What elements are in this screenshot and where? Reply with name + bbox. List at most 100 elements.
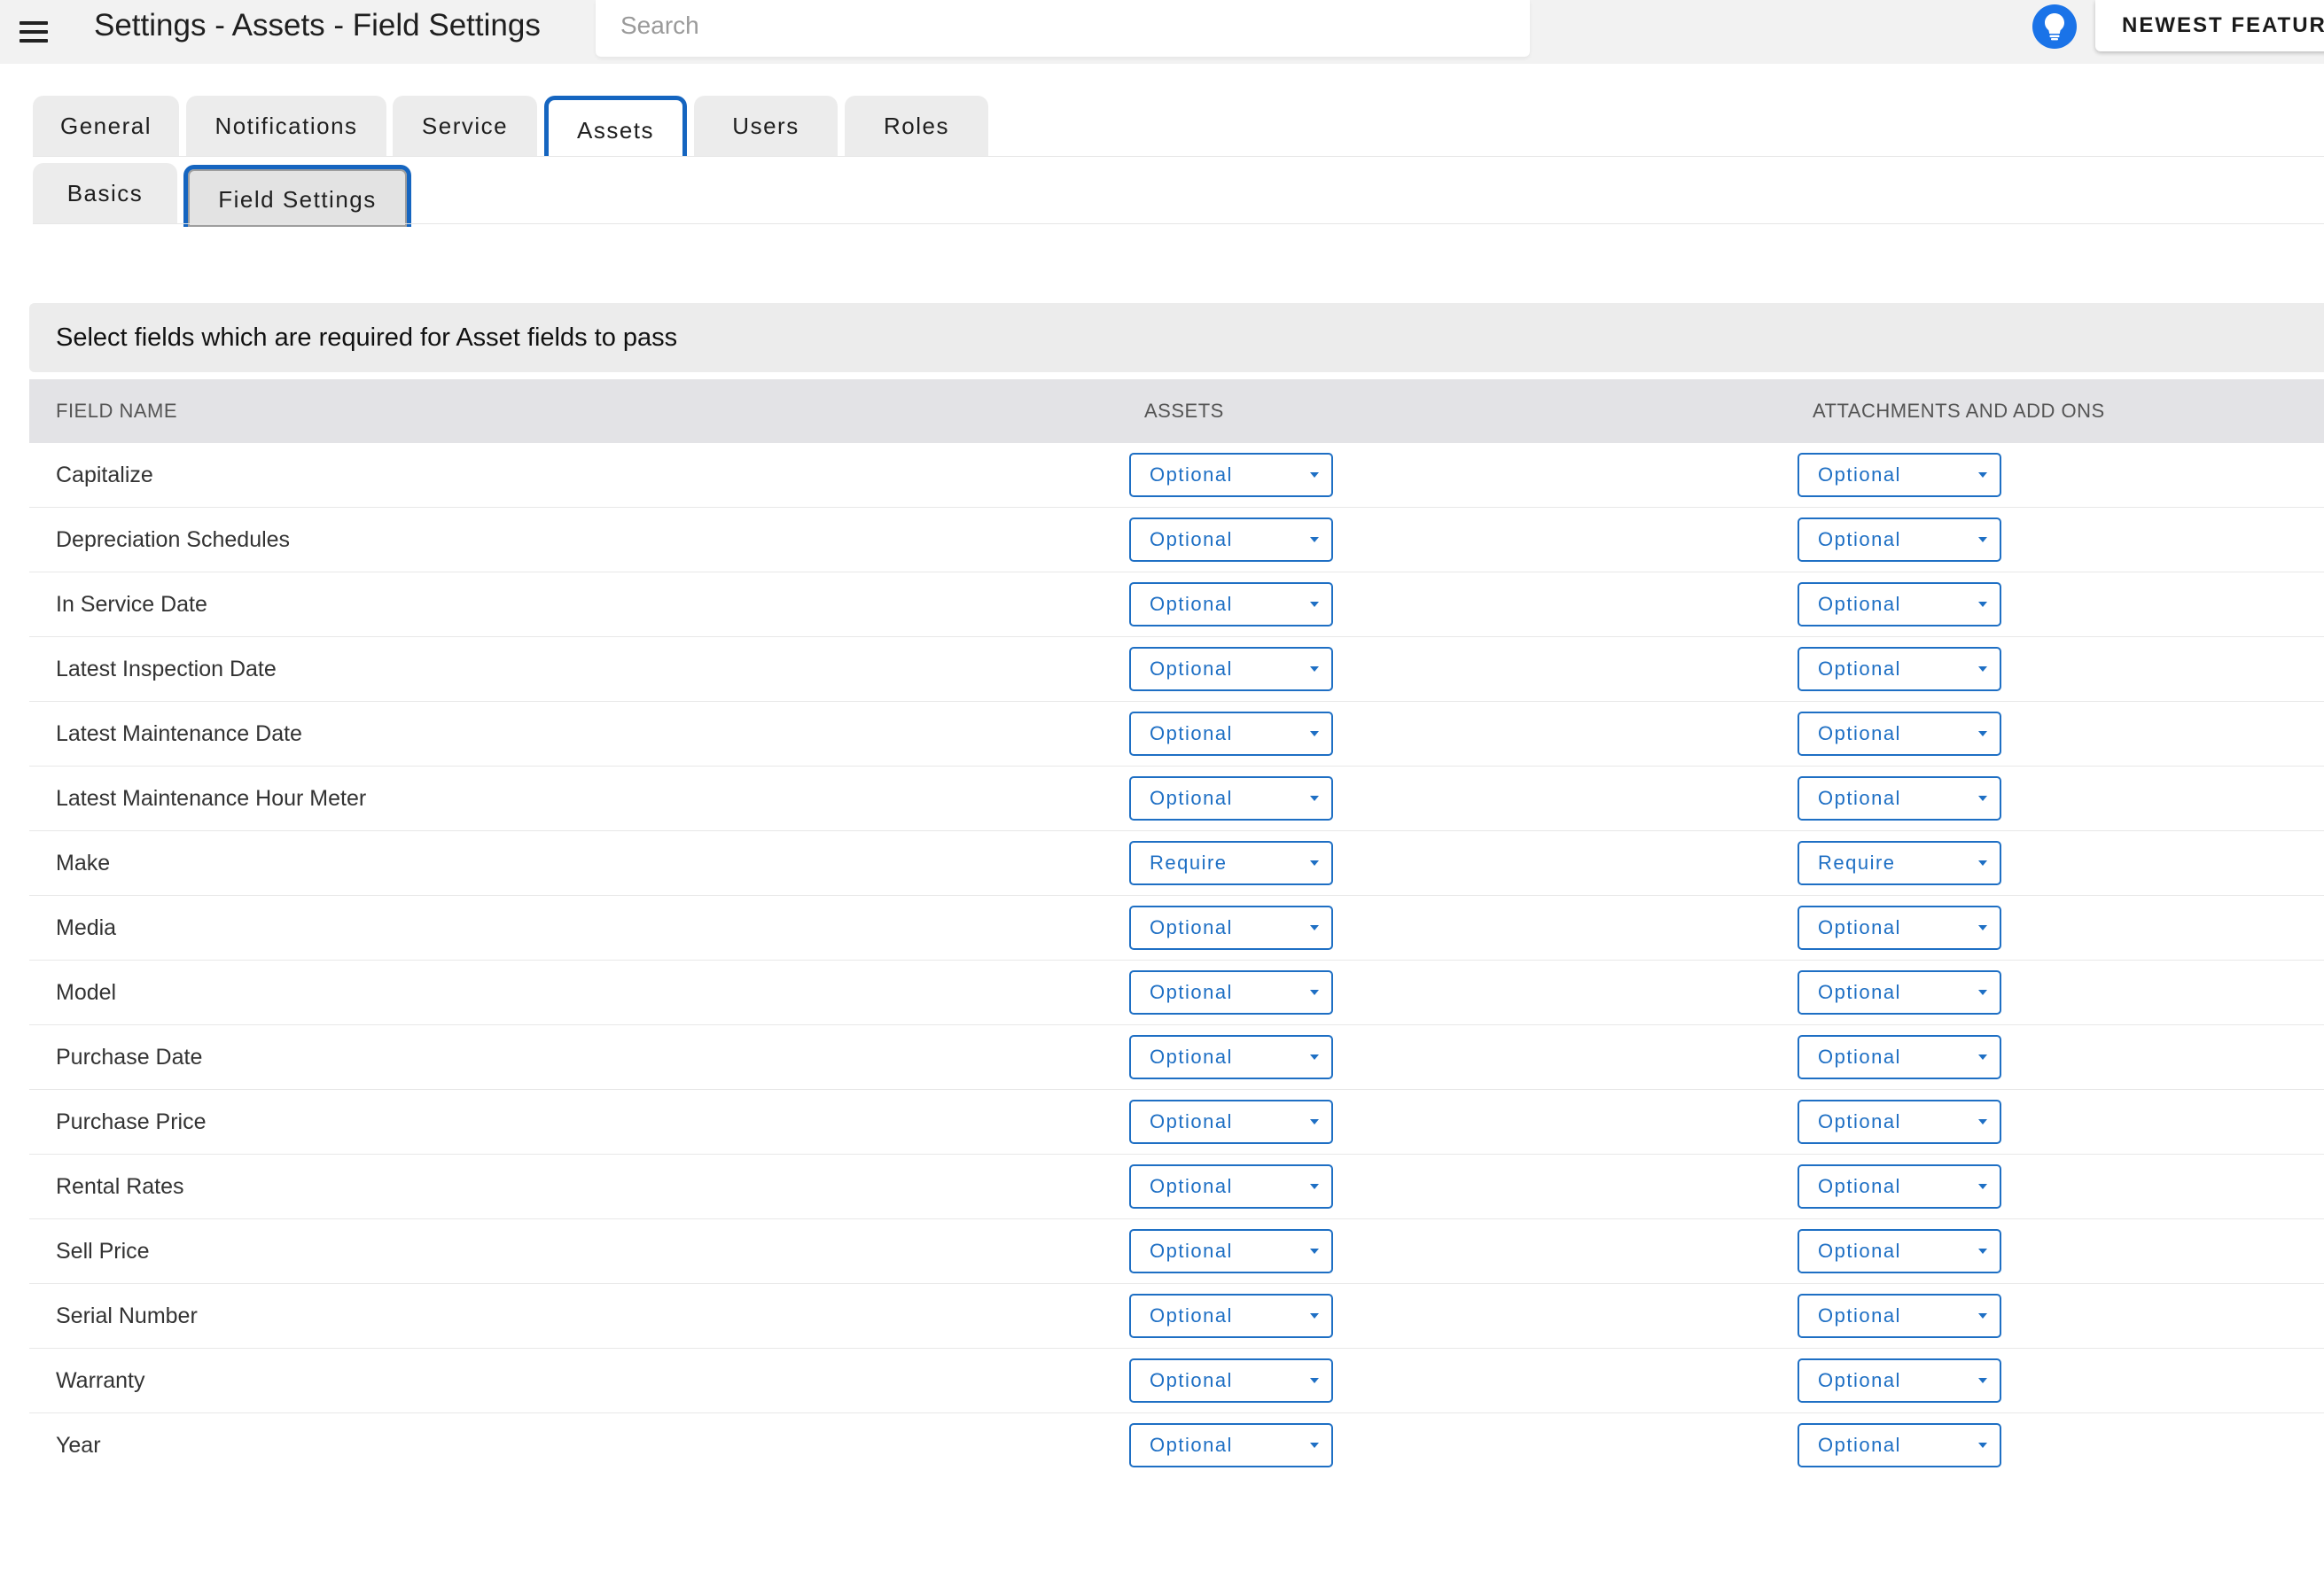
attachments-requirement-select[interactable]: Optional	[1798, 1294, 2001, 1338]
assets-requirement-select[interactable]: Optional	[1129, 1294, 1333, 1338]
select-value: Optional	[1150, 593, 1233, 615]
subtab-basics[interactable]: Basics	[33, 163, 177, 223]
tab-assets[interactable]: Assets	[544, 96, 687, 156]
lightbulb-icon[interactable]	[2032, 4, 2077, 49]
table-row: Warranty Optional Optional	[29, 1349, 2324, 1413]
subtab-field-settings[interactable]: Field Settings	[183, 165, 411, 227]
attachments-requirement-select[interactable]: Optional	[1798, 712, 2001, 756]
attachments-requirement-select[interactable]: Optional	[1798, 1423, 2001, 1467]
tab-general[interactable]: General	[33, 96, 179, 156]
tab-notifications[interactable]: Notifications	[186, 96, 386, 156]
caret-down-icon	[1978, 472, 1987, 478]
select-value: Optional	[1150, 787, 1233, 809]
table-row: Capitalize Optional Optional	[29, 443, 2324, 508]
assets-requirement-select[interactable]: Optional	[1129, 1100, 1333, 1144]
select-value: Optional	[1150, 528, 1233, 550]
attachments-requirement-select[interactable]: Optional	[1798, 1164, 2001, 1209]
assets-requirement-select[interactable]: Optional	[1129, 970, 1333, 1015]
field-name: Sell Price	[56, 1239, 150, 1264]
select-value: Optional	[1818, 593, 1901, 615]
select-value: Optional	[1818, 1434, 1901, 1456]
attachments-requirement-select[interactable]: Optional	[1798, 1358, 2001, 1403]
assets-requirement-select[interactable]: Optional	[1129, 1358, 1333, 1403]
caret-down-icon	[1310, 796, 1319, 801]
select-value: Optional	[1818, 1304, 1901, 1327]
assets-requirement-select[interactable]: Optional	[1129, 1164, 1333, 1209]
caret-down-icon	[1310, 602, 1319, 607]
select-value: Optional	[1818, 1369, 1901, 1391]
caret-down-icon	[1310, 925, 1319, 930]
assets-requirement-select[interactable]: Optional	[1129, 453, 1333, 497]
attachments-requirement-select[interactable]: Optional	[1798, 453, 2001, 497]
tab-users[interactable]: Users	[694, 96, 838, 156]
field-name: In Service Date	[56, 592, 207, 617]
attachments-requirement-select[interactable]: Optional	[1798, 518, 2001, 562]
assets-requirement-select[interactable]: Optional	[1129, 1423, 1333, 1467]
select-value: Optional	[1150, 1110, 1233, 1132]
field-name: Year	[56, 1433, 101, 1458]
table-row: In Service Date Optional Optional	[29, 572, 2324, 637]
caret-down-icon	[1310, 1184, 1319, 1189]
table-row: Media Optional Optional	[29, 896, 2324, 961]
attachments-requirement-select[interactable]: Optional	[1798, 906, 2001, 950]
search-box	[596, 0, 1530, 57]
search-input[interactable]	[596, 0, 1530, 51]
field-name: Latest Inspection Date	[56, 657, 277, 681]
caret-down-icon	[1310, 537, 1319, 542]
table-row: Purchase Date Optional Optional	[29, 1025, 2324, 1090]
tab-roles[interactable]: Roles	[845, 96, 988, 156]
table-row: Purchase Price Optional Optional	[29, 1090, 2324, 1155]
attachments-requirement-select[interactable]: Optional	[1798, 1035, 2001, 1079]
assets-requirement-select[interactable]: Require	[1129, 841, 1333, 885]
caret-down-icon	[1310, 472, 1319, 478]
assets-requirement-select[interactable]: Optional	[1129, 906, 1333, 950]
table-row: Depreciation Schedules Optional Optional	[29, 508, 2324, 572]
caret-down-icon	[1310, 1054, 1319, 1060]
assets-requirement-select[interactable]: Optional	[1129, 1229, 1333, 1273]
assets-requirement-select[interactable]: Optional	[1129, 1035, 1333, 1079]
field-name: Purchase Price	[56, 1109, 207, 1134]
field-name: Purchase Date	[56, 1045, 203, 1070]
attachments-requirement-select[interactable]: Optional	[1798, 647, 2001, 691]
caret-down-icon	[1978, 1119, 1987, 1125]
attachments-requirement-select[interactable]: Require	[1798, 841, 2001, 885]
attachments-requirement-select[interactable]: Optional	[1798, 1100, 2001, 1144]
field-name: Make	[56, 851, 111, 875]
select-value: Optional	[1150, 463, 1233, 486]
select-value: Optional	[1150, 658, 1233, 680]
caret-down-icon	[1978, 1378, 1987, 1383]
select-value: Optional	[1818, 463, 1901, 486]
select-value: Optional	[1150, 916, 1233, 938]
tab-service[interactable]: Service	[393, 96, 537, 156]
attachments-requirement-select[interactable]: Optional	[1798, 970, 2001, 1015]
field-name: Media	[56, 915, 117, 940]
select-value: Optional	[1150, 1369, 1233, 1391]
caret-down-icon	[1978, 860, 1987, 866]
attachments-requirement-select[interactable]: Optional	[1798, 776, 2001, 821]
caret-down-icon	[1310, 731, 1319, 736]
assets-requirement-select[interactable]: Optional	[1129, 647, 1333, 691]
caret-down-icon	[1310, 990, 1319, 995]
caret-down-icon	[1310, 1443, 1319, 1448]
select-value: Optional	[1150, 1046, 1233, 1068]
select-value: Optional	[1818, 528, 1901, 550]
field-name: Rental Rates	[56, 1174, 184, 1199]
subtabs-divider	[33, 223, 2324, 224]
assets-requirement-select[interactable]: Optional	[1129, 518, 1333, 562]
caret-down-icon	[1978, 1054, 1987, 1060]
assets-requirement-select[interactable]: Optional	[1129, 776, 1333, 821]
attachments-requirement-select[interactable]: Optional	[1798, 1229, 2001, 1273]
caret-down-icon	[1978, 1184, 1987, 1189]
select-value: Optional	[1818, 787, 1901, 809]
column-header-attachments: ATTACHMENTS AND ADD ONS	[1813, 400, 2105, 422]
table-row: Model Optional Optional	[29, 961, 2324, 1025]
hamburger-menu-icon[interactable]	[18, 16, 50, 48]
assets-requirement-select[interactable]: Optional	[1129, 712, 1333, 756]
table-row: Latest Maintenance Date Optional Optiona…	[29, 702, 2324, 767]
caret-down-icon	[1978, 602, 1987, 607]
attachments-requirement-select[interactable]: Optional	[1798, 582, 2001, 626]
newest-features-button[interactable]: NEWEST FEATURES	[2095, 0, 2324, 51]
select-value: Optional	[1150, 1175, 1233, 1197]
table-row: Make Require Require	[29, 831, 2324, 896]
assets-requirement-select[interactable]: Optional	[1129, 582, 1333, 626]
